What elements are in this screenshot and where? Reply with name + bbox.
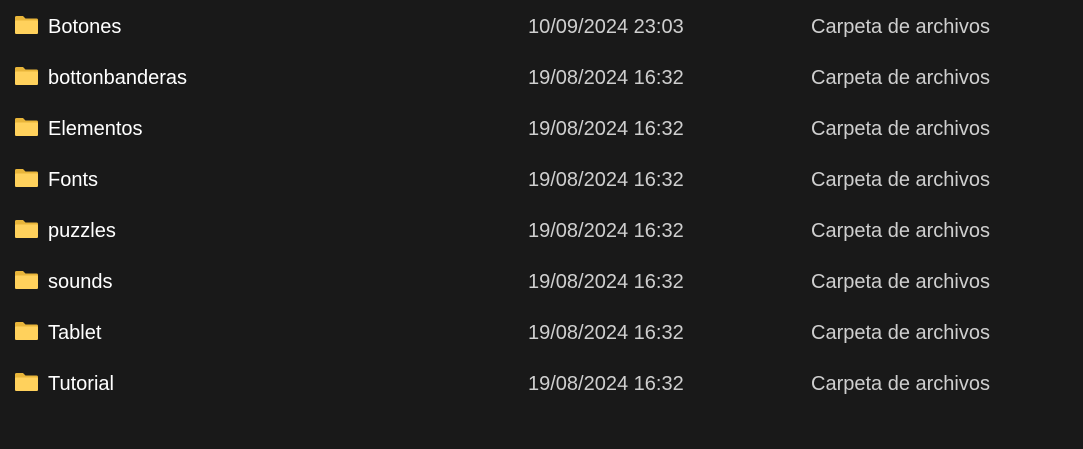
file-type: Carpeta de archivos xyxy=(811,322,990,344)
folder-icon xyxy=(14,168,39,188)
file-type: Carpeta de archivos xyxy=(811,220,990,242)
folder-icon xyxy=(14,270,39,290)
folder-icon xyxy=(14,15,39,35)
file-date-modified: 19/08/2024 16:32 xyxy=(528,118,684,140)
file-date-modified: 19/08/2024 16:32 xyxy=(528,67,684,89)
folder-icon xyxy=(14,219,39,239)
list-item[interactable]: bottonbanderas 19/08/2024 16:32 Carpeta … xyxy=(0,53,1083,104)
list-item[interactable]: Fonts 19/08/2024 16:32 Carpeta de archiv… xyxy=(0,155,1083,206)
folder-icon xyxy=(14,372,39,392)
list-item[interactable]: Elementos 19/08/2024 16:32 Carpeta de ar… xyxy=(0,104,1083,155)
file-type: Carpeta de archivos xyxy=(811,118,990,140)
file-date-modified: 19/08/2024 16:32 xyxy=(528,271,684,293)
file-date-modified: 10/09/2024 23:03 xyxy=(528,16,684,38)
file-name: Fonts xyxy=(48,169,99,191)
list-item[interactable]: Tutorial 19/08/2024 16:32 Carpeta de arc… xyxy=(0,359,1083,410)
file-name: Tutorial xyxy=(48,373,114,395)
file-type: Carpeta de archivos xyxy=(811,67,990,89)
file-name: puzzles xyxy=(48,220,116,242)
file-date-modified: 19/08/2024 16:32 xyxy=(528,322,684,344)
file-name: bottonbanderas xyxy=(48,67,188,89)
folder-icon xyxy=(14,321,39,341)
list-item[interactable]: sounds 19/08/2024 16:32 Carpeta de archi… xyxy=(0,257,1083,308)
file-name: Elementos xyxy=(48,118,143,140)
file-type: Carpeta de archivos xyxy=(811,373,990,395)
file-name: Tablet xyxy=(48,322,102,344)
file-list: Botones 10/09/2024 23:03 Carpeta de arch… xyxy=(0,2,1083,410)
list-item[interactable]: Tablet 19/08/2024 16:32 Carpeta de archi… xyxy=(0,308,1083,359)
file-type: Carpeta de archivos xyxy=(811,271,990,293)
folder-icon xyxy=(14,66,39,86)
file-name: Botones xyxy=(48,16,122,38)
file-date-modified: 19/08/2024 16:32 xyxy=(528,169,684,191)
folder-icon xyxy=(14,117,39,137)
file-type: Carpeta de archivos xyxy=(811,16,990,38)
file-date-modified: 19/08/2024 16:32 xyxy=(528,373,684,395)
file-name: sounds xyxy=(48,271,113,293)
file-type: Carpeta de archivos xyxy=(811,169,990,191)
file-date-modified: 19/08/2024 16:32 xyxy=(528,220,684,242)
list-item[interactable]: puzzles 19/08/2024 16:32 Carpeta de arch… xyxy=(0,206,1083,257)
list-item[interactable]: Botones 10/09/2024 23:03 Carpeta de arch… xyxy=(0,2,1083,53)
